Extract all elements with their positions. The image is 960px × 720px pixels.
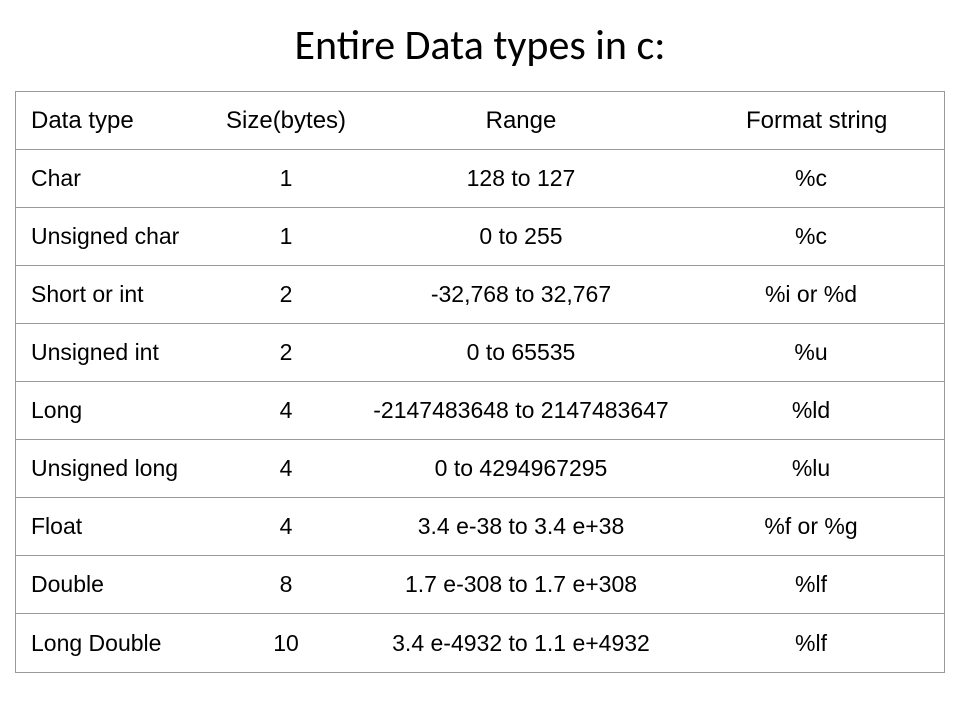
cell-format: %c <box>696 165 926 192</box>
cell-format: %lf <box>696 571 926 598</box>
cell-datatype: Long <box>26 397 226 424</box>
header-format: Format string <box>696 107 926 135</box>
table-row: Long Double 10 3.4 e-4932 to 1.1 e+4932 … <box>16 614 944 672</box>
table-row: Unsigned long 4 0 to 4294967295 %lu <box>16 440 944 498</box>
data-types-table: Data type Size(bytes) Range Format strin… <box>15 91 945 673</box>
cell-datatype: Unsigned long <box>26 455 226 482</box>
cell-format: %f or %g <box>696 513 926 540</box>
cell-format: %lu <box>696 455 926 482</box>
cell-size: 4 <box>226 397 346 424</box>
cell-range: 1.7 e-308 to 1.7 e+308 <box>346 571 696 598</box>
cell-datatype: Long Double <box>26 630 226 657</box>
cell-datatype: Float <box>26 513 226 540</box>
cell-size: 4 <box>226 455 346 482</box>
cell-size: 1 <box>226 165 346 192</box>
cell-format: %u <box>696 339 926 366</box>
cell-format: %ld <box>696 397 926 424</box>
cell-datatype: Unsigned char <box>26 223 226 250</box>
cell-size: 1 <box>226 223 346 250</box>
cell-size: 2 <box>226 281 346 308</box>
cell-datatype: Short or int <box>26 281 226 308</box>
table-header-row: Data type Size(bytes) Range Format strin… <box>16 92 944 150</box>
cell-format: %i or %d <box>696 281 926 308</box>
table-row: Unsigned char 1 0 to 255 %c <box>16 208 944 266</box>
table-row: Short or int 2 -32,768 to 32,767 %i or %… <box>16 266 944 324</box>
cell-size: 10 <box>226 630 346 657</box>
cell-range: 128 to 127 <box>346 165 696 192</box>
cell-datatype: Char <box>26 165 226 192</box>
header-size: Size(bytes) <box>226 107 346 135</box>
cell-size: 2 <box>226 339 346 366</box>
table-row: Unsigned int 2 0 to 65535 %u <box>16 324 944 382</box>
page-title: Entire Data types in c: <box>15 20 945 71</box>
cell-range: -2147483648 to 2147483647 <box>346 397 696 424</box>
table-row: Char 1 128 to 127 %c <box>16 150 944 208</box>
table-row: Float 4 3.4 e-38 to 3.4 e+38 %f or %g <box>16 498 944 556</box>
header-datatype: Data type <box>26 107 226 135</box>
cell-format: %c <box>696 223 926 250</box>
cell-range: 3.4 e-4932 to 1.1 e+4932 <box>346 630 696 657</box>
cell-size: 8 <box>226 571 346 598</box>
cell-range: 0 to 255 <box>346 223 696 250</box>
header-range: Range <box>346 107 696 135</box>
cell-range: 0 to 65535 <box>346 339 696 366</box>
cell-datatype: Double <box>26 571 226 598</box>
table-row: Double 8 1.7 e-308 to 1.7 e+308 %lf <box>16 556 944 614</box>
table-row: Long 4 -2147483648 to 2147483647 %ld <box>16 382 944 440</box>
cell-range: 0 to 4294967295 <box>346 455 696 482</box>
cell-range: 3.4 e-38 to 3.4 e+38 <box>346 513 696 540</box>
cell-datatype: Unsigned int <box>26 339 226 366</box>
cell-format: %lf <box>696 630 926 657</box>
cell-range: -32,768 to 32,767 <box>346 281 696 308</box>
cell-size: 4 <box>226 513 346 540</box>
